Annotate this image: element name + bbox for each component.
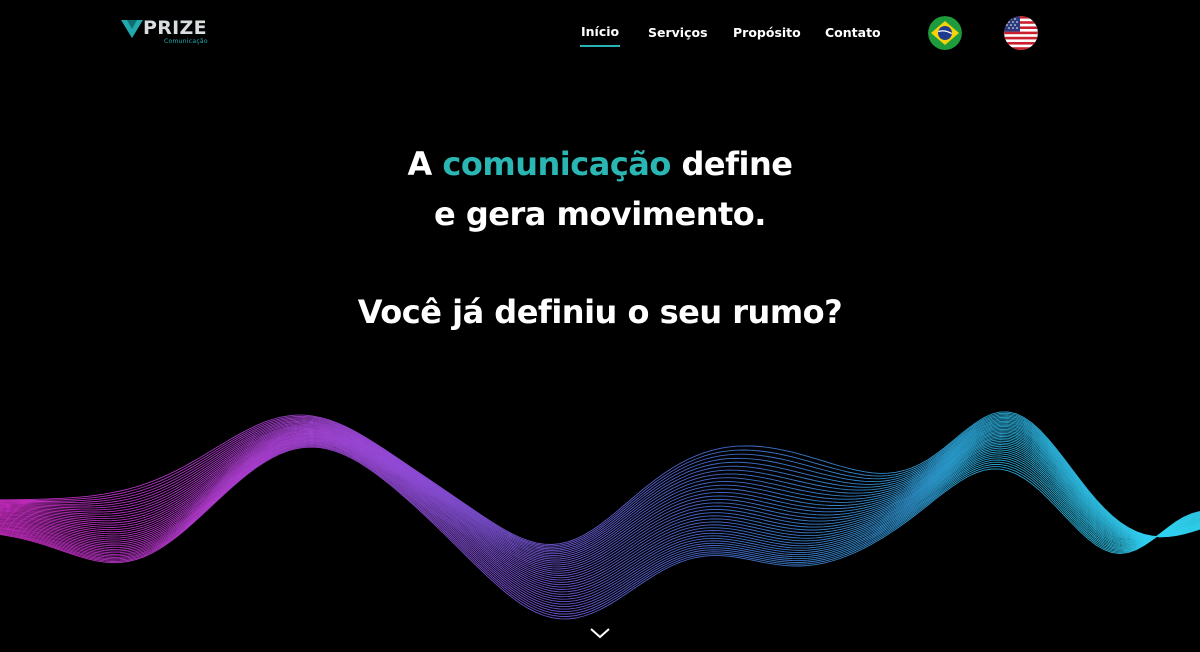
usa-flag-icon	[1004, 16, 1038, 50]
hero-question: Você já definiu o seu rumo?	[357, 293, 843, 331]
brand-tagline: Comunicação	[163, 38, 208, 45]
brand-name: PRIZE	[143, 17, 207, 39]
wave-line	[0, 435, 1200, 588]
decorative-wave-lines	[0, 411, 1200, 620]
wave-line	[0, 420, 1200, 557]
hero-headline-line-2: e gera movimento.	[434, 195, 766, 233]
prize-logo-mark-icon	[121, 20, 143, 38]
brand-logo-text: PRIZE Comunicação	[143, 16, 208, 45]
nav-item-inicio[interactable]: Início	[579, 24, 621, 47]
wave-line	[0, 426, 1200, 564]
brand-logo[interactable]: PRIZE Comunicação	[121, 16, 208, 50]
nav-item-contato[interactable]: Contato	[825, 25, 881, 40]
hero-highlight-word: comunicação	[442, 145, 671, 183]
page: PRIZE Comunicação Início Serviços Propós…	[0, 0, 1200, 652]
hero-text-a: A	[407, 145, 433, 183]
brazil-flag-icon	[928, 16, 962, 50]
nav-item-proposito[interactable]: Propósito	[733, 25, 801, 40]
hero-headline-line-1: A comunicação define	[0, 144, 1200, 184]
language-pt-button[interactable]	[928, 16, 962, 50]
chevron-down-icon[interactable]	[589, 626, 611, 640]
language-en-button[interactable]	[1004, 16, 1038, 50]
hero-text-define: define	[681, 145, 793, 183]
nav-item-servicos[interactable]: Serviços	[648, 25, 708, 40]
